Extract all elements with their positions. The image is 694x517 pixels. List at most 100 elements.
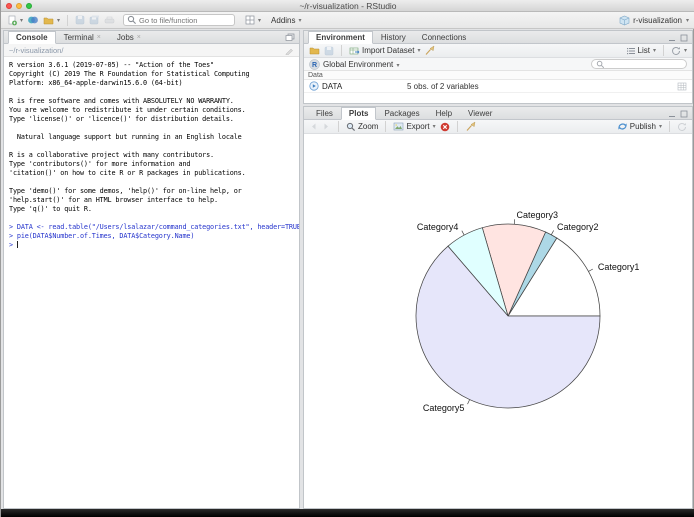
new-project-button[interactable]	[27, 15, 39, 25]
window-bottom-edge	[1, 509, 694, 517]
main-toolbar: ▾ ▾ ▾ Addins ▾	[1, 12, 694, 29]
export-plot-button[interactable]: Export ▾	[393, 122, 436, 131]
addins-label: Addins	[271, 15, 296, 25]
addins-button[interactable]: Addins ▾	[271, 16, 301, 25]
pie-label-tick	[588, 268, 594, 272]
new-file-button[interactable]: ▾	[7, 15, 23, 26]
tab-label: Help	[435, 108, 453, 118]
publish-label: Publish	[629, 122, 656, 131]
dropdown-arrow-icon: ▾	[432, 124, 436, 130]
arrow-right-icon	[324, 123, 328, 130]
previous-plot-button[interactable]	[309, 122, 318, 131]
print-button[interactable]	[104, 16, 115, 25]
tab-history[interactable]: History	[373, 31, 414, 43]
new-file-icon	[8, 15, 17, 25]
next-plot-button[interactable]	[322, 122, 331, 131]
dropdown-arrow-icon: ▾	[258, 17, 262, 24]
tab-console[interactable]: Console	[8, 31, 56, 44]
broom-icon	[466, 121, 475, 131]
pie-label-tick	[467, 399, 470, 405]
refresh-environment-button[interactable]: ▾	[671, 46, 687, 56]
save-workspace-button[interactable]	[324, 46, 334, 56]
dropdown-arrow-icon: ▾	[683, 48, 687, 54]
zoom-plot-button[interactable]: Zoom	[346, 122, 378, 132]
console-panel: Console Terminal × Jobs × ~/r-visualizat…	[3, 30, 300, 509]
tab-plots[interactable]: Plots	[340, 107, 377, 120]
tab-packages[interactable]: Packages	[376, 107, 427, 119]
maximize-pane-icon[interactable]	[680, 34, 688, 42]
close-icon[interactable]: ×	[97, 34, 101, 41]
save-button[interactable]	[75, 15, 85, 25]
environment-tabbar: Environment History Connections	[304, 31, 692, 44]
tab-label: Plots	[348, 109, 369, 118]
r-logo-icon: R	[309, 58, 320, 70]
tab-label: Viewer	[468, 108, 493, 118]
environment-toolbar: Import Dataset ▾ List ▾ ▾	[304, 44, 692, 58]
open-file-button[interactable]: ▾	[43, 16, 60, 25]
minimize-pane-icon[interactable]	[668, 110, 676, 118]
tab-environment[interactable]: Environment	[308, 31, 373, 44]
load-workspace-button[interactable]	[309, 46, 320, 55]
project-selector[interactable]: r-visualization ▾	[619, 15, 689, 26]
goto-file-input[interactable]	[139, 15, 232, 25]
magnifier-icon	[346, 122, 356, 131]
environment-object-row[interactable]: DATA 5 obs. of 2 variables	[304, 80, 692, 93]
svg-text:R: R	[312, 62, 317, 69]
save-icon	[75, 15, 85, 25]
save-icon	[324, 46, 334, 55]
tab-terminal[interactable]: Terminal ×	[56, 31, 109, 43]
dropdown-arrow-icon: ▾	[417, 48, 421, 54]
environment-search	[591, 59, 687, 69]
expand-object-icon[interactable]	[309, 81, 319, 91]
publish-button[interactable]: Publish ▾	[617, 121, 662, 132]
export-label: Export	[406, 122, 430, 131]
remove-plot-button[interactable]	[440, 122, 450, 132]
tab-label: Environment	[316, 33, 365, 42]
tab-label: Files	[316, 108, 333, 118]
new-project-icon	[28, 16, 38, 24]
console-output[interactable]: R version 3.6.1 (2019-07-05) -- "Action …	[4, 57, 299, 510]
pie-label-tick	[550, 230, 554, 235]
view-table-icon[interactable]	[677, 82, 687, 91]
tab-files[interactable]: Files	[308, 107, 341, 119]
print-icon	[104, 16, 115, 23]
environment-search-input[interactable]	[604, 59, 682, 69]
clear-environment-button[interactable]	[424, 45, 435, 56]
toolbar-separator	[385, 121, 387, 132]
import-dataset-icon	[349, 47, 360, 54]
import-dataset-label: Import Dataset	[362, 46, 415, 55]
tab-viewer[interactable]: Viewer	[460, 107, 500, 119]
zoom-label: Zoom	[358, 122, 379, 131]
console-prompt: >	[9, 241, 17, 249]
plots-toolbar: Zoom Export ▾ Publish ▾	[304, 120, 692, 134]
refresh-plot-button[interactable]	[677, 122, 687, 132]
tab-label: Connections	[421, 32, 467, 42]
maximize-pane-icon[interactable]	[680, 110, 688, 118]
save-all-button[interactable]	[89, 15, 100, 25]
refresh-icon	[672, 46, 680, 55]
restore-pane-icon[interactable]	[285, 33, 295, 42]
tab-label: Packages	[384, 108, 420, 118]
list-view-button[interactable]: List ▾	[626, 46, 656, 55]
pane-layout-button[interactable]: ▾	[245, 15, 261, 25]
environment-scope-row: R Global Environment ▾	[304, 58, 692, 71]
arrow-left-icon	[312, 123, 316, 130]
section-label: Data	[308, 71, 323, 79]
toolbar-separator	[662, 45, 664, 56]
tab-jobs[interactable]: Jobs ×	[109, 31, 149, 43]
import-dataset-button[interactable]: Import Dataset ▾	[349, 46, 420, 56]
save-all-icon	[89, 15, 100, 25]
environment-scope-selector[interactable]: Global Environment ▾	[323, 60, 400, 69]
tab-help[interactable]: Help	[428, 107, 460, 119]
environment-panel: Environment History Connections Import D…	[303, 30, 693, 104]
object-name: DATA	[322, 81, 343, 91]
tab-connections[interactable]: Connections	[414, 31, 474, 43]
clear-all-plots-button[interactable]	[465, 121, 476, 132]
console-command-line: > pie(DATA$Number.of.Times, DATA$Categor…	[9, 232, 195, 240]
dropdown-arrow-icon: ▾	[57, 17, 61, 24]
minimize-pane-icon[interactable]	[668, 34, 676, 42]
console-options-icon[interactable]	[285, 46, 294, 55]
console-pathbar: ~/r-visualization/	[4, 44, 299, 57]
close-icon[interactable]: ×	[137, 34, 141, 41]
working-directory[interactable]: ~/r-visualization/	[9, 46, 63, 55]
